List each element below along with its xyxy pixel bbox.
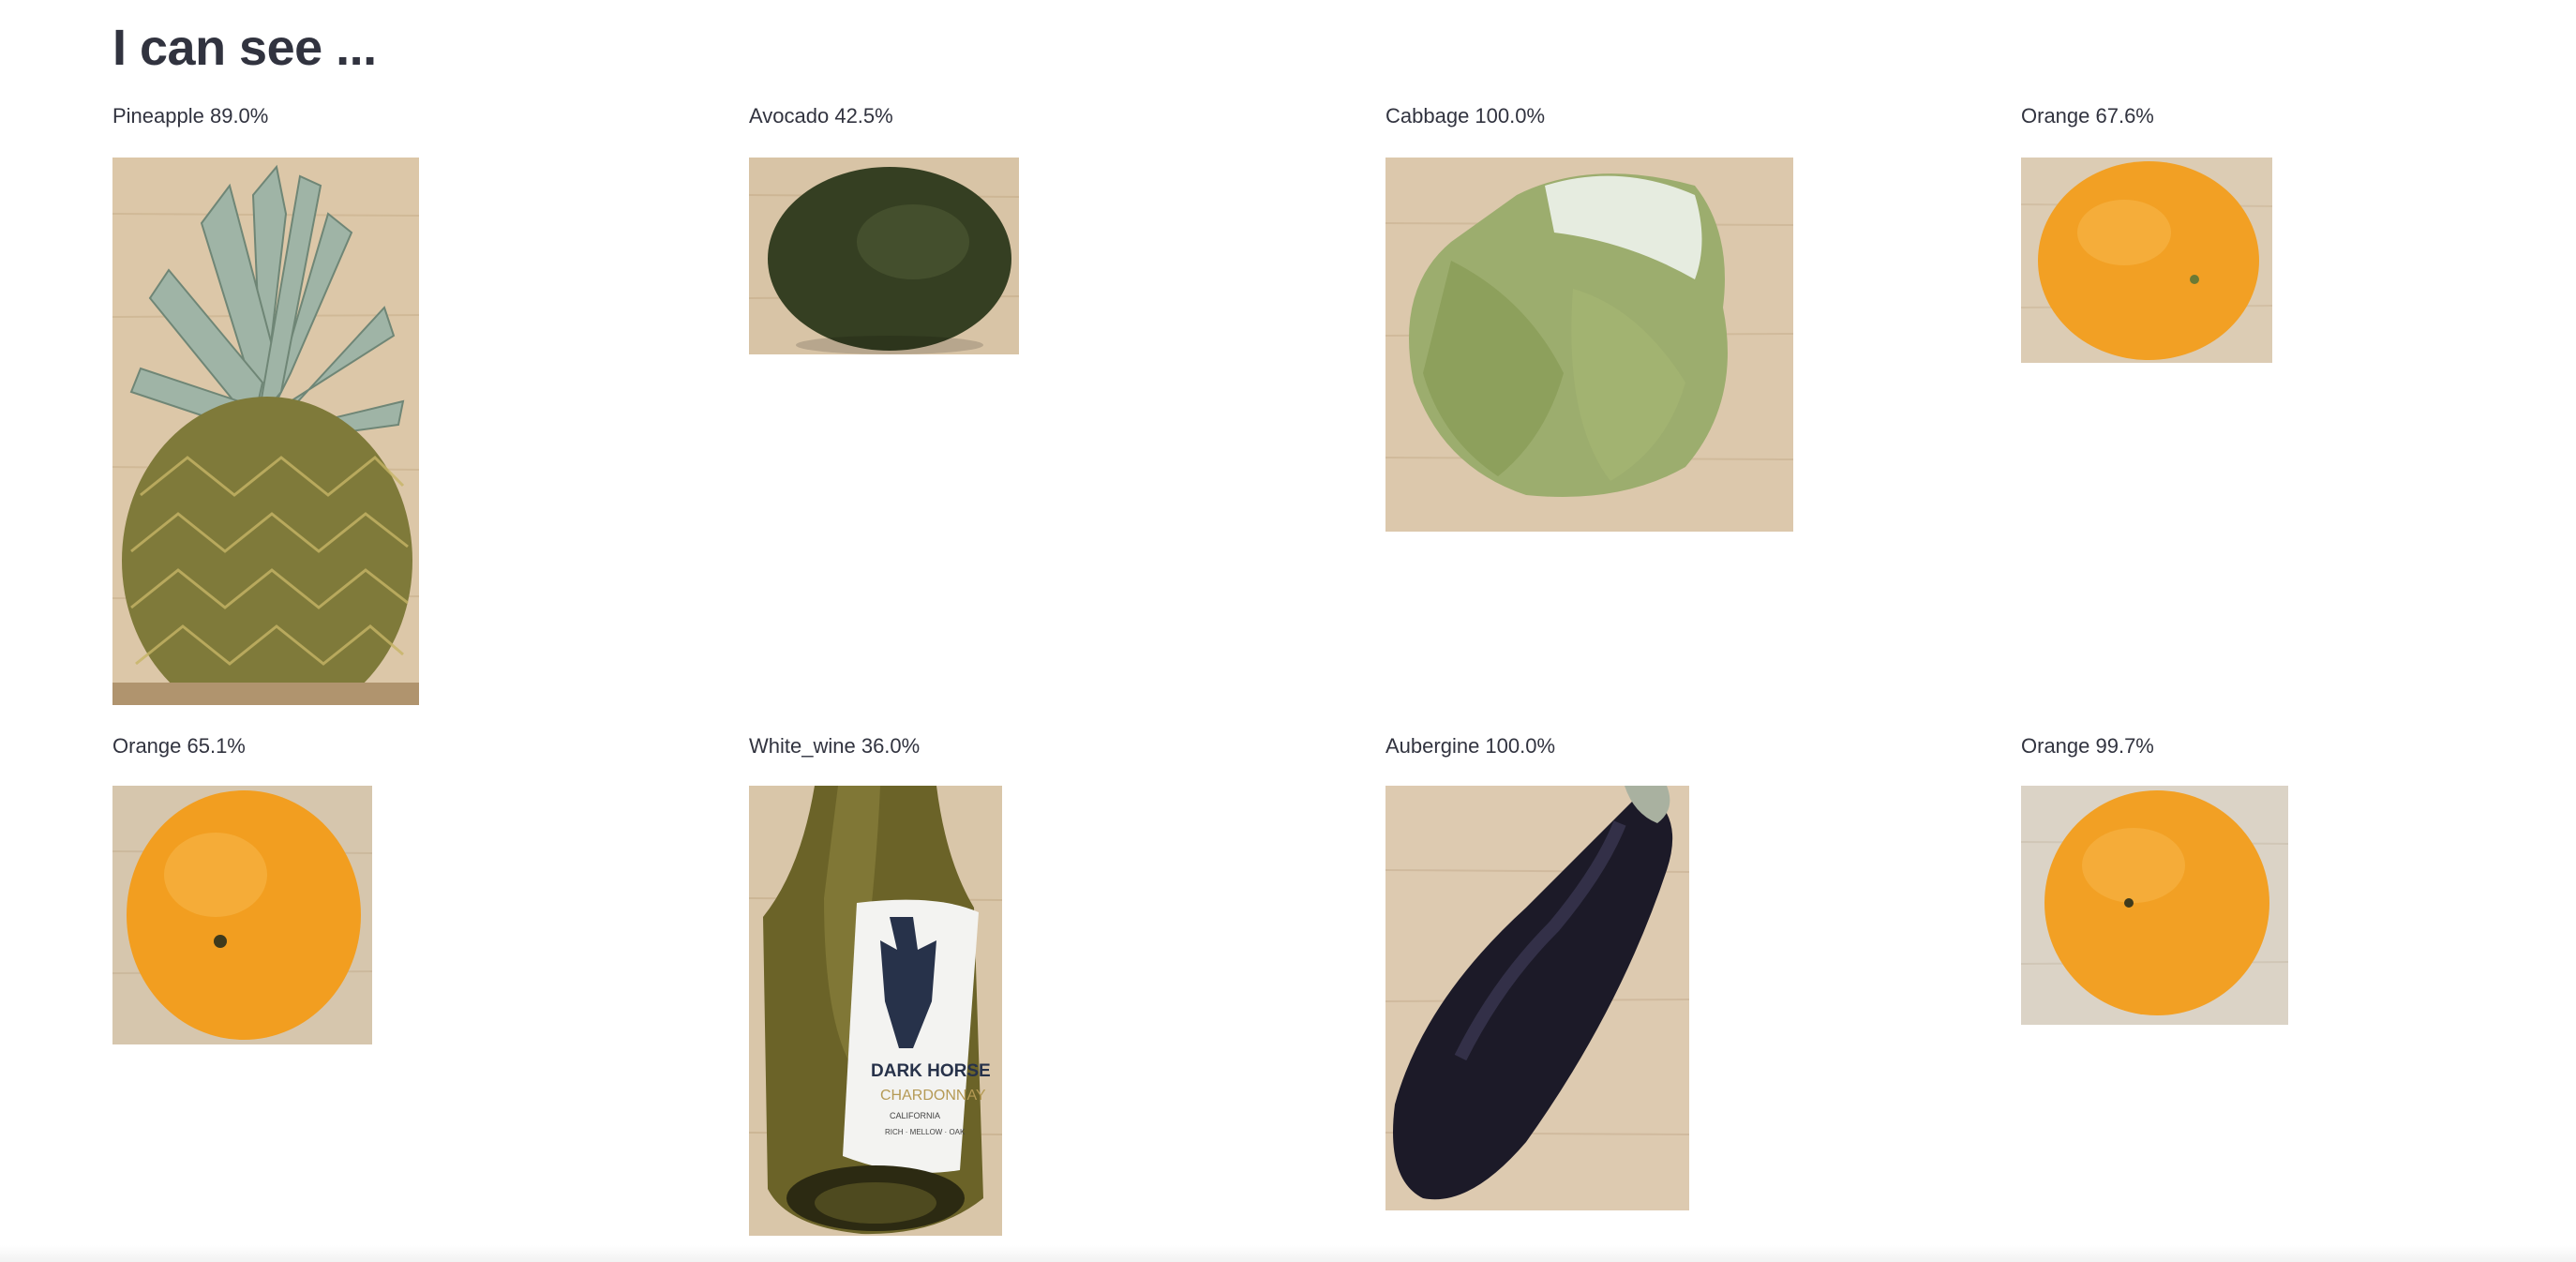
page-title: I can see ... xyxy=(112,20,377,76)
result-label: Orange 65.1% xyxy=(112,734,246,758)
wine-region-text: CALIFORNIA xyxy=(890,1111,940,1120)
white-wine-bottle-image: DARK HORSE CHARDONNAY CALIFORNIA RICH · … xyxy=(749,786,1002,1236)
orange-image xyxy=(112,786,372,1044)
wine-notes-text: RICH · MELLOW · OAK xyxy=(885,1128,966,1136)
result-label: White_wine 36.0% xyxy=(749,734,921,758)
result-label: Aubergine 100.0% xyxy=(1385,734,1556,758)
orange-image xyxy=(2021,158,2272,363)
result-label: Cabbage 100.0% xyxy=(1385,104,1546,128)
bottom-edge-shadow xyxy=(0,1245,2576,1262)
result-label: Orange 99.7% xyxy=(2021,734,2154,758)
orange-image xyxy=(2021,786,2288,1025)
cabbage-image xyxy=(1385,158,1793,532)
result-label: Avocado 42.5% xyxy=(749,104,893,128)
aubergine-image xyxy=(1385,786,1689,1210)
result-label: Pineapple 89.0% xyxy=(112,104,269,128)
avocado-image xyxy=(749,158,1019,354)
wine-brand-text: DARK HORSE xyxy=(871,1061,991,1081)
wine-variety-text: CHARDONNAY xyxy=(880,1088,986,1104)
pineapple-image xyxy=(112,158,419,705)
result-label: Orange 67.6% xyxy=(2021,104,2154,128)
